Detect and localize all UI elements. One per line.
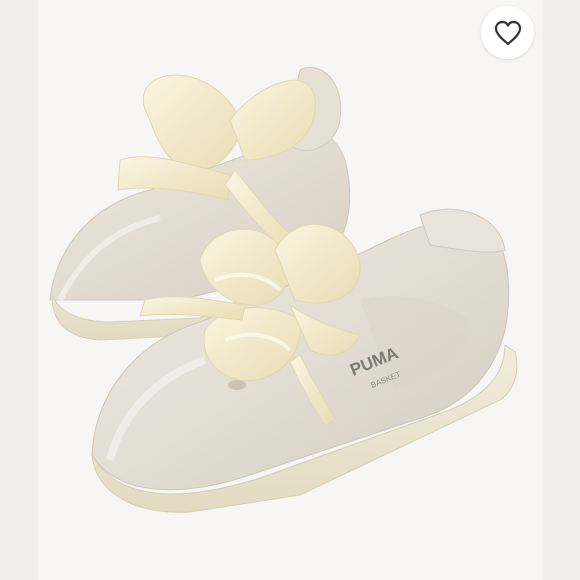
listing-photo: PUMA BASKET (0, 0, 580, 580)
like-button[interactable] (481, 6, 534, 59)
heart-outline-icon (494, 20, 521, 45)
product-image: PUMA BASKET (49, 67, 518, 513)
